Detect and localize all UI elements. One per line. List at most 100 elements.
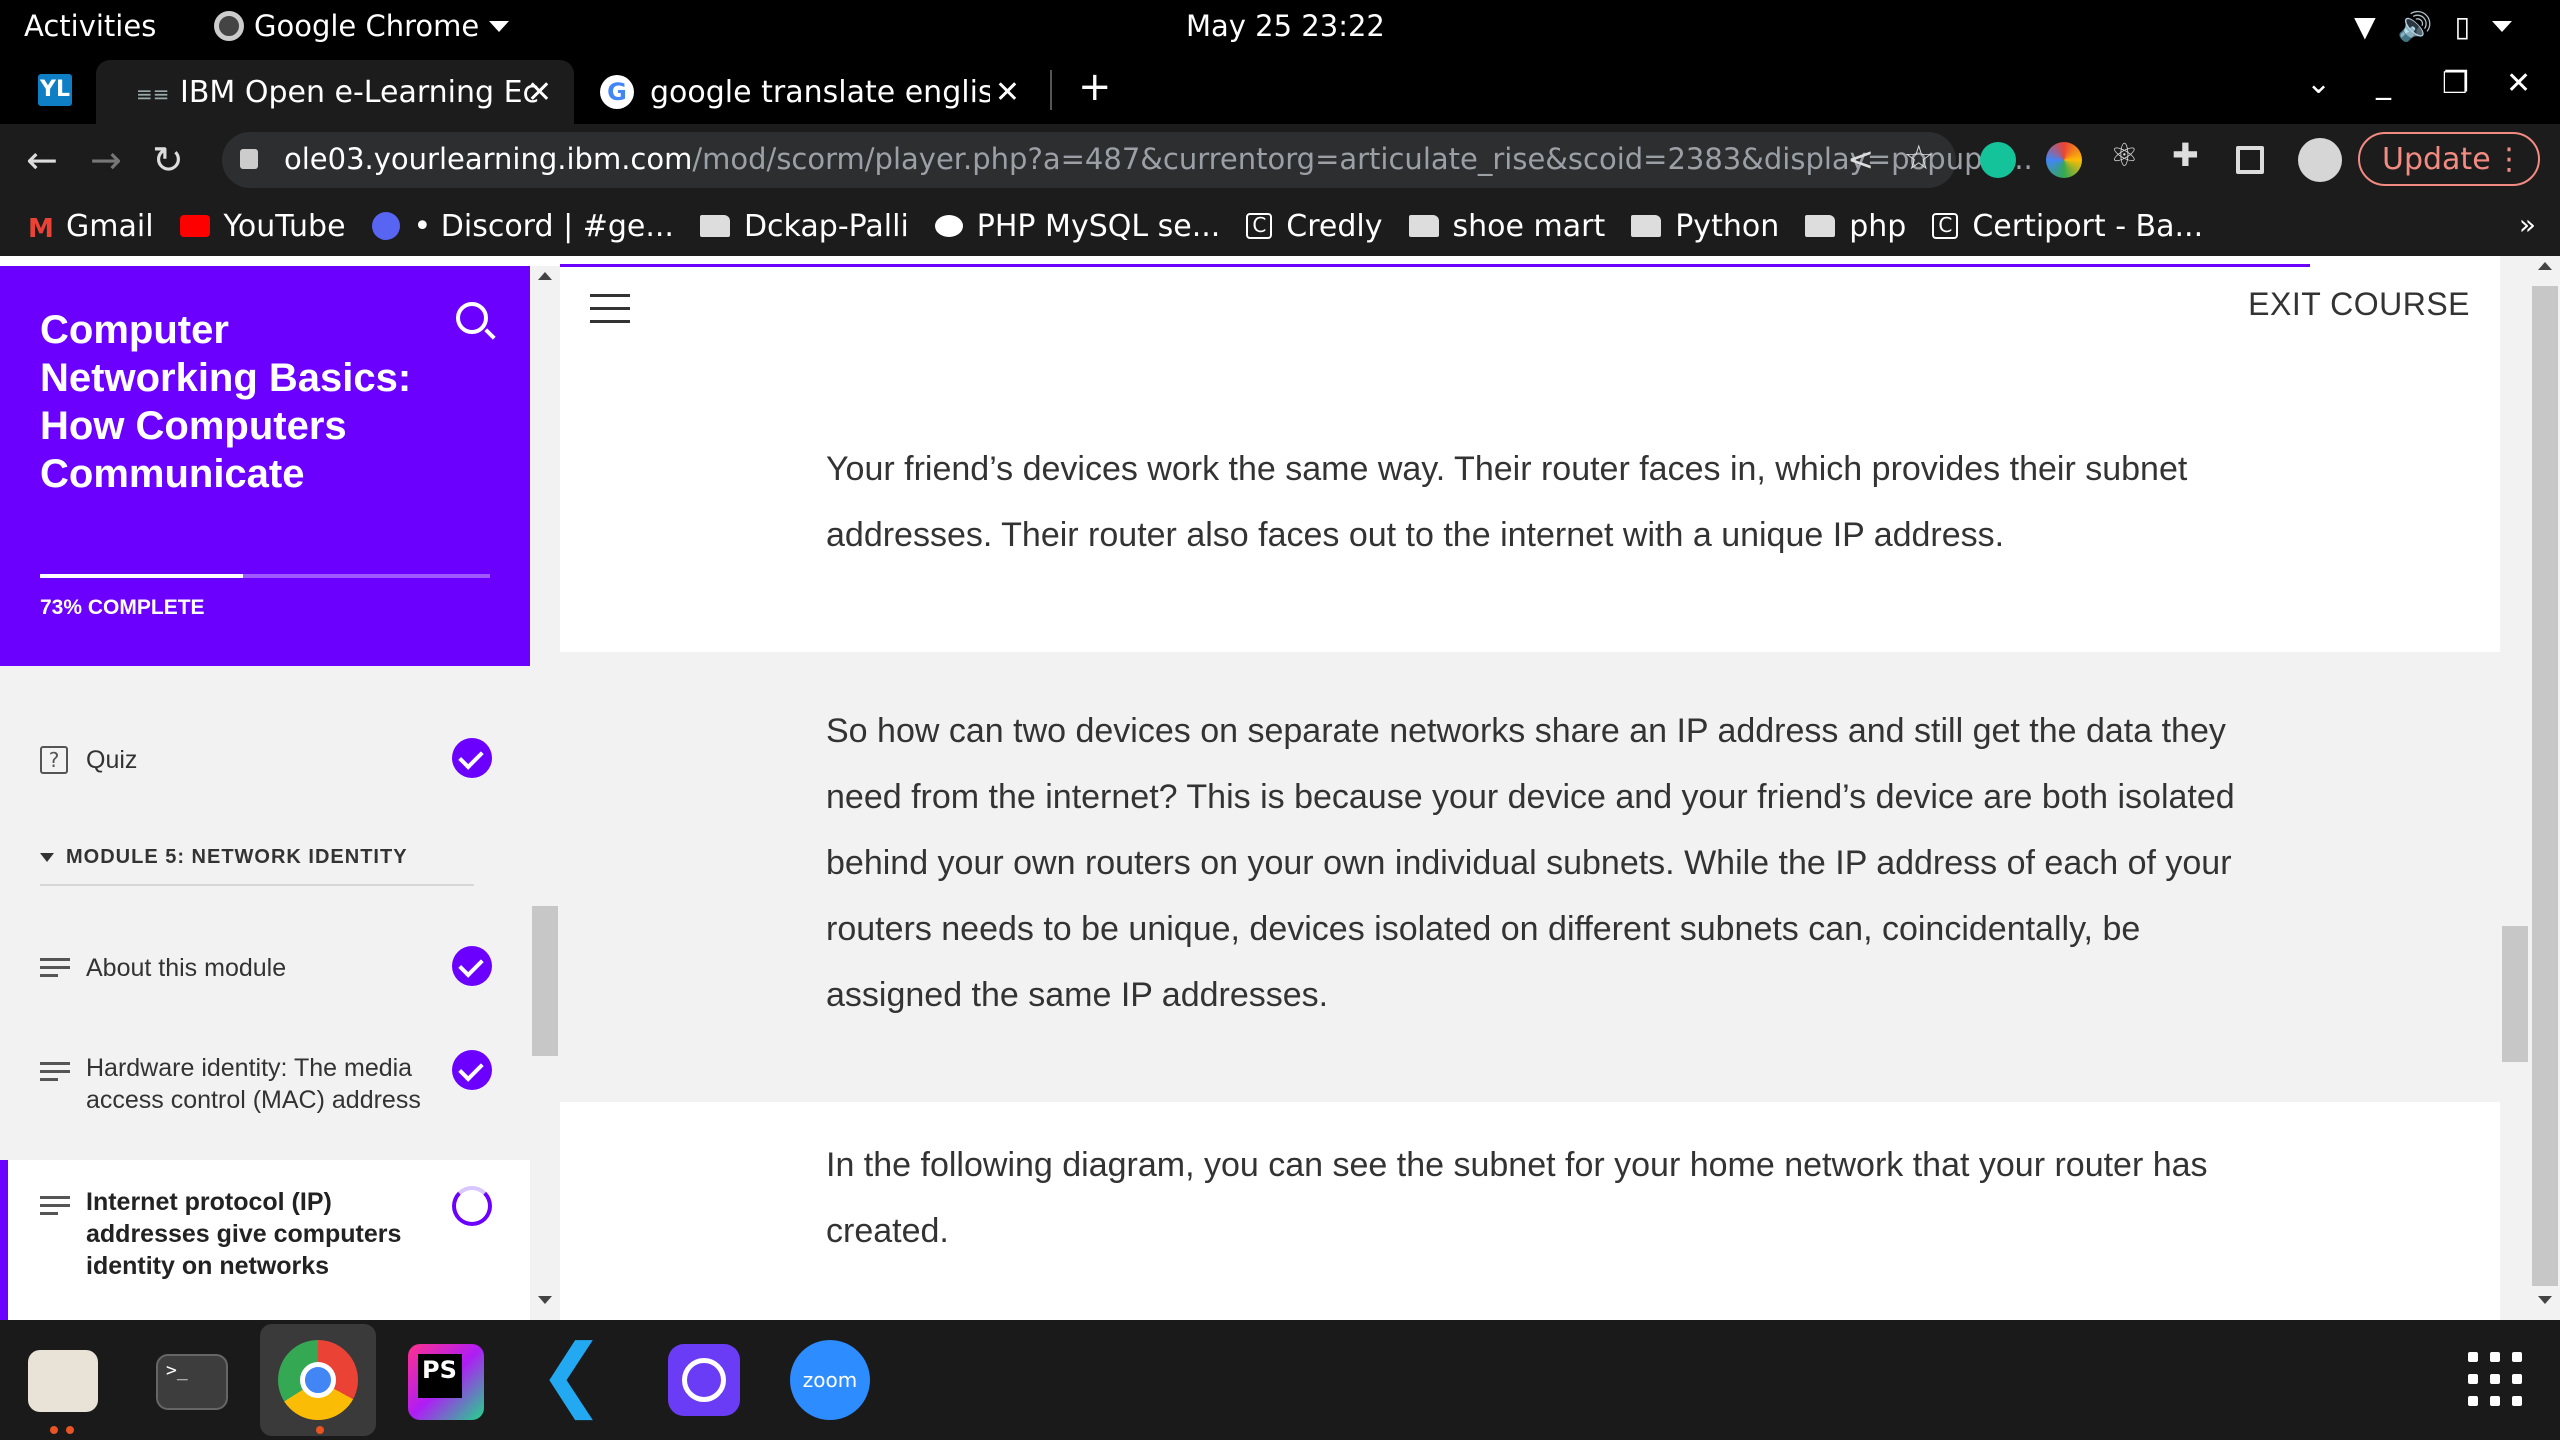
- close-icon[interactable]: ✕: [527, 75, 552, 110]
- new-tab-button[interactable]: +: [1078, 64, 1112, 110]
- tab-google-translate[interactable]: G google translate english t ✕: [590, 60, 1042, 124]
- bookmark-star-icon[interactable]: ☆: [1904, 138, 1934, 178]
- tab-strip: YL ≡≡ IBM Open e-Learning Eco ✕ G google…: [0, 54, 2560, 124]
- system-tray[interactable]: ▼ 🔊 ▯: [2354, 10, 2512, 43]
- forward-icon[interactable]: →: [90, 138, 122, 182]
- course-header: Computer Networking Basics: How Computer…: [0, 266, 530, 666]
- url-text[interactable]: ole03.yourlearning.ibm.com/mod/scorm/pla…: [284, 142, 2033, 176]
- bookmark-label: shoe mart: [1452, 208, 1606, 244]
- bookmark-shoe-mart[interactable]: shoe mart: [1408, 208, 1606, 244]
- bookmark-php[interactable]: php: [1805, 209, 1906, 244]
- close-icon[interactable]: ✕: [995, 75, 1020, 110]
- current-lesson-indicator: [0, 1160, 8, 1320]
- paragraph: In the following diagram, you can see th…: [826, 1146, 2208, 1250]
- exit-course-link[interactable]: EXIT COURSE: [2248, 286, 2470, 323]
- bookmark-label: Credly: [1286, 208, 1383, 244]
- scrollbar-thumb[interactable]: [2532, 286, 2558, 1286]
- course-title: Computer Networking Basics: How Computer…: [40, 308, 412, 496]
- discord-icon: [371, 212, 400, 240]
- text-block: Your friend’s devices work the same way.…: [560, 436, 2500, 646]
- screen-recorder-icon[interactable]: [668, 1344, 740, 1416]
- caret-down-icon: [40, 853, 54, 863]
- address-bar[interactable]: ole03.yourlearning.ibm.com/mod/scorm/pla…: [222, 132, 2033, 188]
- lesson-progress-line-fill: [560, 264, 2310, 267]
- page-scrollbar[interactable]: [2530, 256, 2560, 1320]
- zoom-icon[interactable]: zoom: [790, 1340, 870, 1420]
- folder-icon: [1805, 215, 1836, 237]
- course-sidebar: Computer Networking Basics: How Computer…: [0, 266, 530, 1320]
- lesson-label: Hardware identity: The media access cont…: [86, 1054, 421, 1114]
- google-icon: G: [600, 75, 634, 109]
- back-icon[interactable]: ←: [26, 138, 58, 182]
- text-block: In the following diagram, you can see th…: [560, 1102, 2500, 1320]
- folder-icon: [1408, 215, 1439, 237]
- bookmark-credly[interactable]: C Credly: [1246, 208, 1383, 244]
- scroll-down-icon[interactable]: [2538, 1296, 2552, 1304]
- minimize-icon[interactable]: _: [2376, 66, 2391, 101]
- color-picker-extension-icon[interactable]: [2046, 142, 2082, 178]
- files-icon[interactable]: [28, 1350, 98, 1412]
- side-panel-icon[interactable]: [2236, 146, 2264, 174]
- restore-icon[interactable]: ❐: [2442, 66, 2469, 101]
- chrome-center-icon: [300, 1362, 336, 1398]
- bookmark-python[interactable]: Python: [1631, 209, 1779, 244]
- clock[interactable]: May 25 23:22: [1186, 9, 1385, 43]
- search-icon[interactable]: [456, 302, 488, 334]
- window-close-icon[interactable]: ✕: [2506, 66, 2531, 101]
- show-applications-icon[interactable]: [2468, 1352, 2522, 1406]
- terminal-glyph: >_: [166, 1360, 188, 1381]
- bookmark-gmail[interactable]: M Gmail: [28, 209, 154, 245]
- gmail-icon: M: [28, 214, 54, 244]
- bookmark-dckap-palli[interactable]: Dckap-Palli: [699, 208, 909, 244]
- lesson-text-icon: [40, 1062, 70, 1088]
- phpstorm-icon[interactable]: PS: [408, 1344, 484, 1420]
- running-indicator: [316, 1426, 324, 1434]
- chrome-icon[interactable]: [278, 1340, 358, 1420]
- lesson-content: EXIT COURSE Your friend’s devices work t…: [560, 256, 2500, 1320]
- bookmark-discord[interactable]: • Discord | #ge...: [371, 209, 674, 244]
- bookmark-certiport[interactable]: C Certiport - Ba...: [1932, 209, 2203, 244]
- bookmark-label: Python: [1675, 208, 1780, 244]
- wifi-icon: ▼: [2354, 10, 2376, 43]
- bookmarks-overflow-icon[interactable]: »: [2519, 208, 2536, 241]
- grammarly-icon[interactable]: [1980, 142, 2016, 178]
- yourlearning-icon[interactable]: YL: [38, 74, 72, 106]
- profile-avatar[interactable]: [2298, 138, 2342, 182]
- vscode-icon[interactable]: ❮: [538, 1334, 610, 1414]
- update-button[interactable]: Update ⋮: [2358, 132, 2540, 186]
- react-devtools-icon[interactable]: ⚛: [2110, 136, 2146, 174]
- lock-icon[interactable]: [240, 149, 258, 169]
- module-heading[interactable]: MODULE 5: NETWORK IDENTITY: [40, 846, 474, 886]
- lesson-label: Quiz: [86, 746, 138, 774]
- lesson-scrollbar[interactable]: [2500, 256, 2530, 1320]
- menu-hamburger-icon[interactable]: [590, 294, 630, 333]
- reload-icon[interactable]: ↻: [152, 138, 184, 182]
- tab-search-chevron-icon[interactable]: ⌄: [2306, 66, 2331, 101]
- bookmark-youtube[interactable]: YouTube: [179, 209, 346, 244]
- terminal-icon[interactable]: >_: [156, 1354, 228, 1410]
- dock: >_ PS ❮ zoom: [0, 1320, 2560, 1440]
- bookmark-label: PHP MySQL se...: [976, 208, 1221, 244]
- record-circle-icon: [682, 1358, 726, 1402]
- extensions-puzzle-icon[interactable]: ✚: [2172, 136, 2208, 174]
- url-path: /mod/scorm/player.php?a=487&currentorg=a…: [692, 142, 2033, 176]
- menu-kebab-icon[interactable]: ⋮: [2494, 142, 2524, 177]
- tab-ibm-elearning[interactable]: ≡≡ IBM Open e-Learning Eco ✕: [96, 60, 574, 124]
- bookmark-php-mysql[interactable]: PHP MySQL se...: [934, 208, 1221, 244]
- scroll-up-icon[interactable]: [538, 272, 552, 280]
- scroll-up-icon[interactable]: [2538, 262, 2552, 270]
- credly-icon: C: [1246, 213, 1273, 239]
- paragraph: So how can two devices on separate netwo…: [826, 712, 2235, 1014]
- activities-button[interactable]: Activities: [24, 9, 156, 43]
- share-icon[interactable]: <: [1847, 140, 1874, 178]
- tab-divider: [1050, 70, 1052, 110]
- app-menu[interactable]: Google Chrome: [214, 9, 510, 43]
- scrollbar-thumb[interactable]: [2502, 926, 2528, 1062]
- phpstorm-label: PS: [418, 1354, 462, 1398]
- checkmark-icon: [452, 738, 492, 778]
- scrollbar-thumb[interactable]: [532, 906, 558, 1056]
- app-menu-label: Google Chrome: [254, 9, 480, 43]
- bookmark-label: Dckap-Palli: [743, 208, 909, 244]
- sidebar-scrollbar[interactable]: [530, 266, 560, 1320]
- scroll-down-icon[interactable]: [538, 1296, 552, 1304]
